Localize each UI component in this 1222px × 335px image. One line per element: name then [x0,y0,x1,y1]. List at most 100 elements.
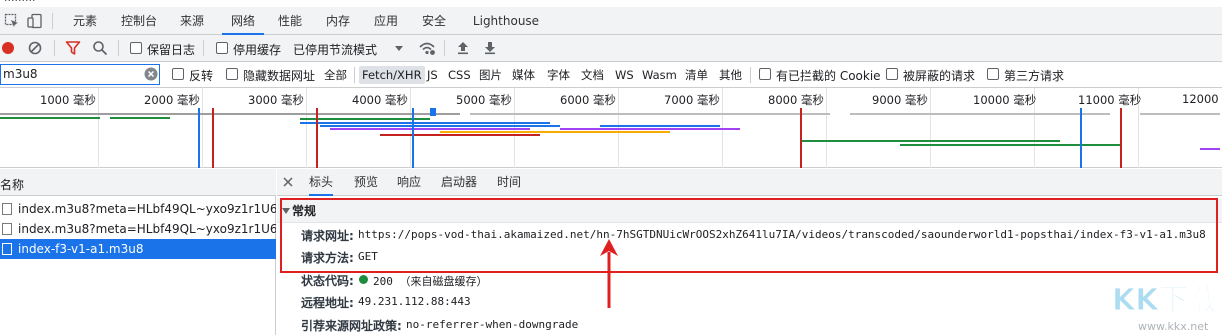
hide-data-urls-checkbox[interactable] [226,68,238,80]
timeline-overview[interactable]: 1000 毫秒 2000 毫秒 3000 毫秒 4000 毫秒 5000 毫秒 … [0,88,1222,168]
tick-label: 11000 毫秒 [1078,93,1142,107]
tab-performance[interactable]: 性能 [270,7,310,35]
filter-input[interactable]: m3u8 [0,64,160,85]
waterfall-bar [1140,113,1220,115]
disable-cache-checkbox[interactable] [216,42,228,54]
search-icon[interactable] [92,40,108,56]
status-code-value[interactable]: 200 （来自磁盘缓存） [373,273,488,289]
tab-headers[interactable]: 标头 [309,169,334,196]
svg-text:www.kkx.net: www.kkx.net [1138,320,1209,333]
request-name: index.m3u8?meta=HLbf49QL~yxo9z1r1U6JYj..… [18,222,276,236]
type-filter-manifest[interactable]: 清单 [682,66,711,84]
inspect-element-icon[interactable] [4,13,20,29]
waterfall-marker [430,108,436,116]
annotation-highlight-box [280,198,1218,273]
clear-icon[interactable] [28,41,42,55]
name-column-header[interactable]: 名称 [0,176,24,193]
tab-console[interactable]: 控制台 [114,7,164,35]
tick-label: 3000 毫秒 [248,93,304,107]
chevron-down-icon[interactable] [394,42,404,54]
file-icon [2,223,12,235]
tick-label: 9000 毫秒 [872,93,928,107]
request-row[interactable]: index.m3u8?meta=HLbf49QL~yxo9z1r1U6JYj..… [0,199,276,219]
gridline [930,88,931,168]
load-event-marker [316,108,318,168]
status-green-dot-icon [359,275,368,284]
dom-content-loaded-marker [412,108,414,168]
waterfall-bar [850,113,1110,115]
load-event-marker [800,108,802,168]
tab-sources[interactable]: 来源 [172,7,212,35]
type-filter-img[interactable]: 图片 [476,66,505,84]
blocked-cookies-checkbox[interactable] [759,68,771,80]
tab-preview[interactable]: 预览 [354,169,378,196]
waterfall-bar [900,144,1120,146]
tick-label: 5000 毫秒 [456,93,512,107]
request-row-selected[interactable]: index-f3-v1-a1.m3u8 [0,239,276,259]
request-list-header[interactable]: 名称 [0,169,276,196]
waterfall-bar [0,117,100,119]
type-filter-doc[interactable]: 文档 [578,66,607,84]
type-filter-wasm[interactable]: Wasm [639,66,680,84]
tab-timing[interactable]: 时间 [497,169,521,196]
tick-label: 6000 毫秒 [560,93,616,107]
gridline [306,88,307,168]
request-name: index-f3-v1-a1.m3u8 [18,242,144,256]
network-toolbar: 保留日志 停用缓存 已停用节流模式 [0,35,1222,62]
tick-label: 10000 毫秒 [973,93,1037,107]
referrer-policy-value[interactable]: no-referrer-when-downgrade [406,318,578,331]
tick-label: 4000 毫秒 [352,93,408,107]
type-filter-media[interactable]: 媒体 [509,66,538,84]
tab-response[interactable]: 响应 [397,169,421,196]
status-code-key: 状态代码: [301,274,354,288]
remote-address-key: 远程地址: [301,296,354,310]
devtools-tabbar: 元素 控制台 来源 网络 性能 内存 应用 安全 Lighthouse [0,7,1222,35]
record-stop-icon[interactable] [1,41,15,55]
request-row[interactable]: index.m3u8?meta=HLbf49QL~yxo9z1r1U6JYj..… [0,219,276,239]
remote-address-value[interactable]: 49.231.112.88:443 [358,295,471,308]
blocked-cookies-label: 有已拦截的 Cookie [776,69,881,83]
network-conditions-icon[interactable] [418,40,436,56]
waterfall-bar [560,128,740,130]
type-filter-font[interactable]: 字体 [544,66,573,84]
third-party-checkbox[interactable] [987,68,999,80]
tab-application[interactable]: 应用 [366,7,406,35]
blocked-requests-checkbox[interactable] [886,68,898,80]
third-party-label: 第三方请求 [1004,69,1065,83]
tab-lighthouse[interactable]: Lighthouse [470,7,542,35]
request-list: 名称 index.m3u8?meta=HLbf49QL~yxo9z1r1U6JY… [0,169,276,335]
gridline [202,88,203,168]
type-filter-css[interactable]: CSS [445,66,474,84]
waterfall-bar [470,113,830,115]
invert-checkbox[interactable] [172,68,184,80]
device-toolbar-icon[interactable] [27,13,43,29]
waterfall-bar [300,118,430,120]
gridline [98,88,99,168]
throttling-select[interactable]: 已停用节流模式 [293,41,377,58]
load-event-marker [1120,108,1122,168]
type-filter-other[interactable]: 其他 [716,66,745,84]
export-har-icon[interactable] [482,40,498,56]
type-filter-js[interactable]: JS [424,66,441,84]
close-icon[interactable] [283,177,293,187]
import-har-icon[interactable] [455,40,471,56]
type-filter-all[interactable]: 全部 [321,66,350,84]
separator [354,67,355,83]
tick-label: 2000 毫秒 [144,93,200,107]
tab-security[interactable]: 安全 [414,7,454,35]
tab-elements[interactable]: 元素 [64,7,106,35]
tab-initiator[interactable]: 启动器 [441,169,477,196]
separator [118,40,119,56]
filter-icon[interactable] [65,40,81,56]
waterfall-bar [600,125,720,127]
type-filter-ws[interactable]: WS [612,66,637,84]
tick-label: 12000 [1182,92,1219,106]
clear-filter-icon[interactable] [144,67,158,81]
details-tabbar: 标头 预览 响应 启动器 时间 [277,169,1222,196]
tab-memory[interactable]: 内存 [318,7,358,35]
preserve-log-checkbox[interactable] [130,42,142,54]
tab-network[interactable]: 网络 [222,7,264,35]
annotation-arrow-icon [600,239,618,308]
load-event-marker [212,108,214,168]
type-filter-fetch-xhr[interactable]: Fetch/XHR [359,66,425,84]
